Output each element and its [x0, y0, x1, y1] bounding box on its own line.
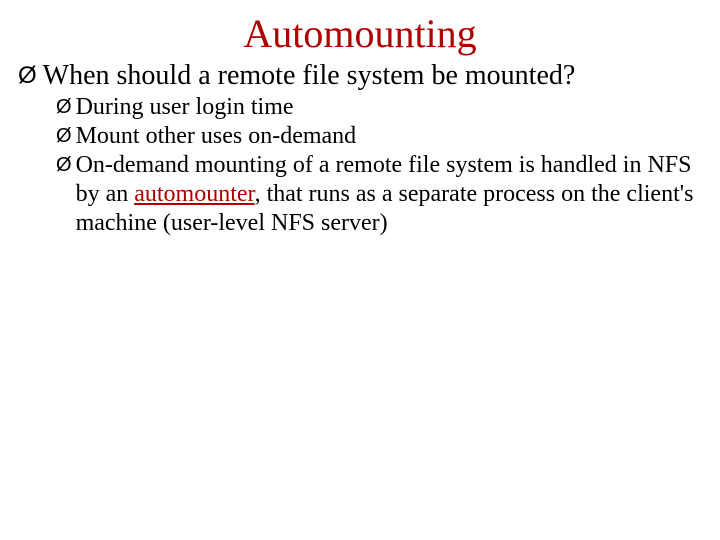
bullet-marker: Ø	[18, 59, 37, 93]
slide: Automounting Ø When should a remote file…	[0, 0, 720, 540]
main-bullet: Ø When should a remote file system be mo…	[0, 59, 720, 93]
sub-bullet-item: Ø On-demand mounting of a remote file sy…	[56, 151, 712, 238]
sub-bullet-text: During user login time	[76, 93, 294, 122]
bullet-marker: Ø	[56, 151, 72, 180]
sub-bullet-text: On-demand mounting of a remote file syst…	[76, 151, 712, 238]
main-bullet-text: When should a remote file system be moun…	[43, 59, 576, 93]
bullet-marker: Ø	[56, 93, 72, 122]
highlighted-term: automounter	[134, 181, 254, 207]
sub-bullet-item: Ø Mount other uses on-demand	[56, 122, 712, 151]
sub-bullet-list: Ø During user login time Ø Mount other u…	[0, 93, 720, 238]
sub-bullet-text: Mount other uses on-demand	[76, 122, 357, 151]
slide-title: Automounting	[0, 0, 720, 59]
bullet-marker: Ø	[56, 122, 72, 151]
sub-bullet-item: Ø During user login time	[56, 93, 712, 122]
